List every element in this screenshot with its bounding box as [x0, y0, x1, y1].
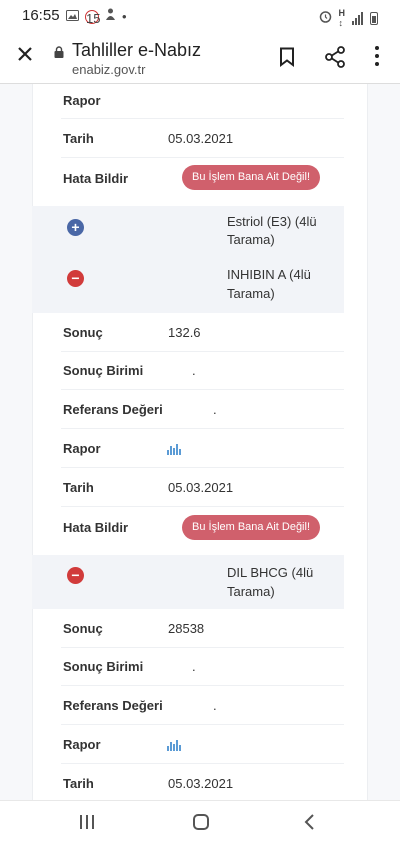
sonuc-label: Sonuç	[63, 621, 103, 636]
sonuc-label: Sonuç	[63, 325, 103, 340]
signal-icon	[352, 11, 363, 25]
group-title-line1: INHIBIN A (4lü	[227, 267, 311, 282]
referans-degeri-value: .	[213, 698, 217, 713]
tarih-label: Tarih	[63, 131, 94, 146]
row-rapor-top: Rapor	[61, 84, 344, 119]
report-chart-icon[interactable]	[167, 740, 181, 751]
dot-icon: •	[122, 8, 127, 24]
row-sonuc-birimi-dilbhcg: Sonuç Birimi .	[61, 648, 344, 686]
home-icon[interactable]	[193, 814, 209, 830]
group-header-inhibin[interactable]: − INHIBIN A (4lü Tarama)	[32, 256, 344, 313]
more-vert-icon[interactable]	[372, 46, 382, 68]
status-left-icons: 15 •	[66, 8, 127, 26]
row-referans-dilbhcg: Referans Değeri .	[61, 686, 344, 725]
row-referans-inhibin: Referans Değeri .	[61, 390, 344, 429]
group-title-line1: Estriol (E3) (4lü	[227, 214, 317, 229]
results-card: Rapor Tarih 05.03.2021 Hata Bildir Bu İş…	[32, 84, 368, 800]
browser-toolbar: Tahliller e-Nabız enabiz.gov.tr	[0, 32, 400, 84]
tarih-label: Tarih	[63, 480, 94, 495]
back-icon[interactable]	[303, 813, 315, 834]
rapor-label: Rapor	[63, 441, 101, 456]
referans-degeri-value: .	[213, 402, 217, 417]
status-right-icons: H ↕	[319, 8, 378, 28]
referans-degeri-label: Referans Değeri	[63, 402, 163, 417]
row-tarih-dilbhcg: Tarih 05.03.2021	[61, 764, 344, 800]
row-sonuc-birimi-inhibin: Sonuç Birimi .	[61, 352, 344, 390]
group-title-line2: Tarama)	[227, 232, 275, 247]
page-url: enabiz.gov.tr	[72, 62, 146, 77]
rapor-label: Rapor	[63, 737, 101, 752]
row-sonuc-inhibin: Sonuç 132.6	[61, 313, 344, 352]
sonuc-birimi-value: .	[192, 659, 196, 674]
row-hata-inhibin: Hata Bildir Bu İşlem Bana Ait Değil!	[61, 507, 344, 555]
tarih-label: Tarih	[63, 776, 94, 791]
rapor-label: Rapor	[63, 93, 101, 108]
share-icon[interactable]	[325, 46, 345, 73]
row-hata-top: Hata Bildir Bu İşlem Bana Ait Değil!	[61, 158, 344, 206]
row-tarih-inhibin: Tarih 05.03.2021	[61, 468, 344, 507]
battery-icon	[370, 11, 378, 25]
bookmark-icon[interactable]	[279, 47, 295, 72]
recent-apps-icon[interactable]	[80, 815, 94, 829]
alarm-icon	[319, 10, 332, 27]
referans-degeri-label: Referans Değeri	[63, 698, 163, 713]
row-rapor-dilbhcg: Rapor	[61, 725, 344, 764]
row-sonuc-dilbhcg: Sonuç 28538	[61, 609, 344, 648]
close-icon[interactable]	[13, 44, 37, 68]
group-header-dilbhcg[interactable]: − DIL BHCG (4lü Tarama)	[32, 555, 344, 609]
error-report-button[interactable]: Bu İşlem Bana Ait Değil!	[182, 515, 321, 540]
collapse-minus-icon[interactable]: −	[67, 567, 84, 584]
group-title-line1: DIL BHCG (4lü	[227, 565, 314, 580]
group-title-line2: Tarama)	[227, 584, 275, 599]
group-title-line2: Tarama)	[227, 286, 275, 301]
page-title: Tahliller e-Nabız	[72, 40, 202, 60]
sonuc-birimi-label: Sonuç Birimi	[63, 659, 144, 674]
sonuc-birimi-value: .	[192, 363, 196, 378]
hata-bildir-label: Hata Bildir	[63, 520, 129, 535]
tarih-value: 05.03.2021	[168, 480, 234, 495]
status-bar: 16:55 15 • H ↕	[0, 0, 400, 32]
tarih-value: 05.03.2021	[168, 776, 234, 791]
notification-badge-icon: 15	[85, 9, 101, 26]
gallery-icon	[66, 9, 79, 25]
system-nav-bar	[0, 800, 400, 844]
sonuc-birimi-label: Sonuç Birimi	[63, 363, 144, 378]
status-time: 16:55	[22, 7, 60, 24]
error-report-button[interactable]: Bu İşlem Bana Ait Değil!	[182, 165, 321, 190]
row-tarih-top: Tarih 05.03.2021	[61, 119, 344, 158]
phone-icon	[105, 8, 116, 25]
network-icon: H ↕	[338, 8, 346, 28]
sonuc-value: 28538	[168, 621, 205, 636]
group-header-estriol[interactable]: + Estriol (E3) (4lü Tarama)	[32, 206, 344, 256]
hata-bildir-label: Hata Bildir	[63, 171, 129, 186]
collapse-minus-icon[interactable]: −	[67, 270, 84, 287]
lock-icon	[54, 45, 64, 58]
expand-plus-icon[interactable]: +	[67, 219, 84, 236]
row-rapor-inhibin: Rapor	[61, 429, 344, 468]
sonuc-value: 132.6	[168, 325, 201, 340]
tarih-value: 05.03.2021	[168, 131, 234, 146]
report-chart-icon[interactable]	[167, 444, 181, 455]
